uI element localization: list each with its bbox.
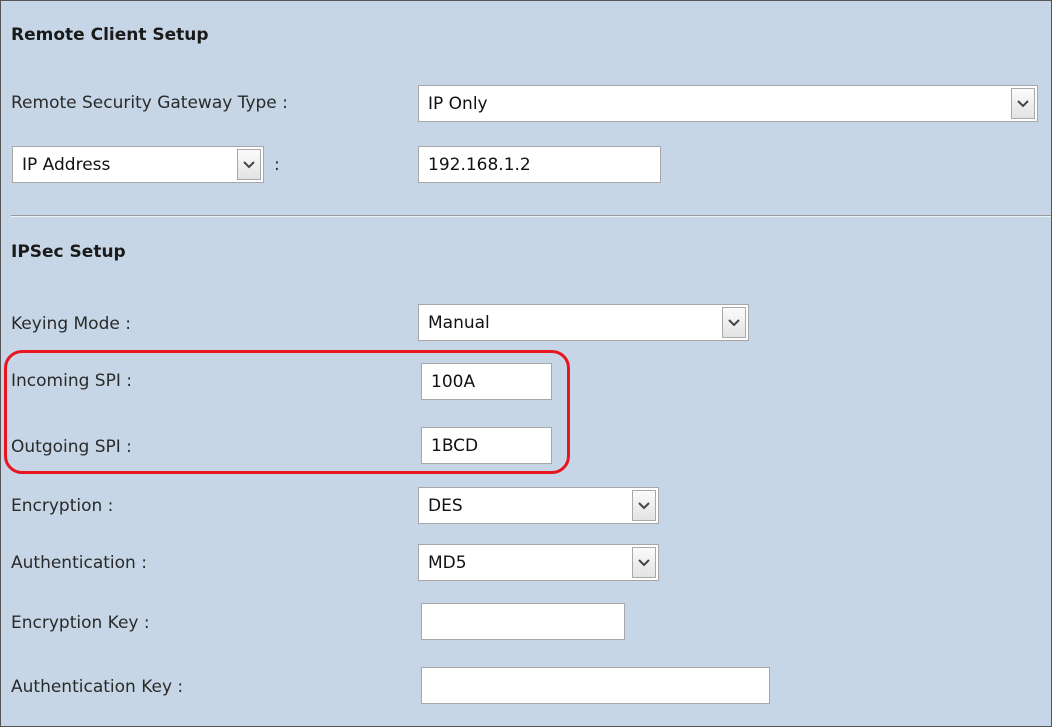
authentication-value: MD5 <box>428 552 467 573</box>
authentication-select[interactable]: MD5 <box>418 544 659 581</box>
remote-id-type-value: IP Address <box>22 154 111 175</box>
chevron-down-icon[interactable] <box>722 307 746 338</box>
remote-client-setup-heading: Remote Client Setup <box>11 25 209 45</box>
encryption-value: DES <box>428 495 463 516</box>
remote-security-gateway-type-select[interactable]: IP Only <box>418 85 1038 122</box>
authentication-key-label: Authentication Key : <box>11 677 184 697</box>
spi-highlight-outline <box>4 350 570 474</box>
remote-ip-address-input[interactable]: 192.168.1.2 <box>418 146 661 183</box>
vpn-setup-panel: Remote Client Setup Remote Security Gate… <box>0 0 1052 727</box>
remote-security-gateway-type-label: Remote Security Gateway Type : <box>11 93 288 113</box>
keying-mode-label: Keying Mode : <box>11 314 131 334</box>
authentication-key-input[interactable] <box>421 667 770 704</box>
encryption-select[interactable]: DES <box>418 487 659 524</box>
keying-mode-value: Manual <box>428 312 490 333</box>
authentication-label: Authentication : <box>11 553 147 573</box>
keying-mode-select[interactable]: Manual <box>418 304 749 341</box>
section-divider <box>11 215 1051 217</box>
remote-id-separator: : <box>274 155 280 175</box>
encryption-label: Encryption : <box>11 496 114 516</box>
chevron-down-icon[interactable] <box>632 547 656 578</box>
encryption-key-label: Encryption Key : <box>11 613 150 633</box>
ipsec-setup-heading: IPSec Setup <box>11 242 126 262</box>
chevron-down-icon[interactable] <box>237 149 261 180</box>
remote-security-gateway-type-value: IP Only <box>428 93 488 114</box>
chevron-down-icon[interactable] <box>1011 88 1035 119</box>
chevron-down-icon[interactable] <box>632 490 656 521</box>
encryption-key-input[interactable] <box>421 603 625 640</box>
remote-id-type-select[interactable]: IP Address <box>12 146 264 183</box>
